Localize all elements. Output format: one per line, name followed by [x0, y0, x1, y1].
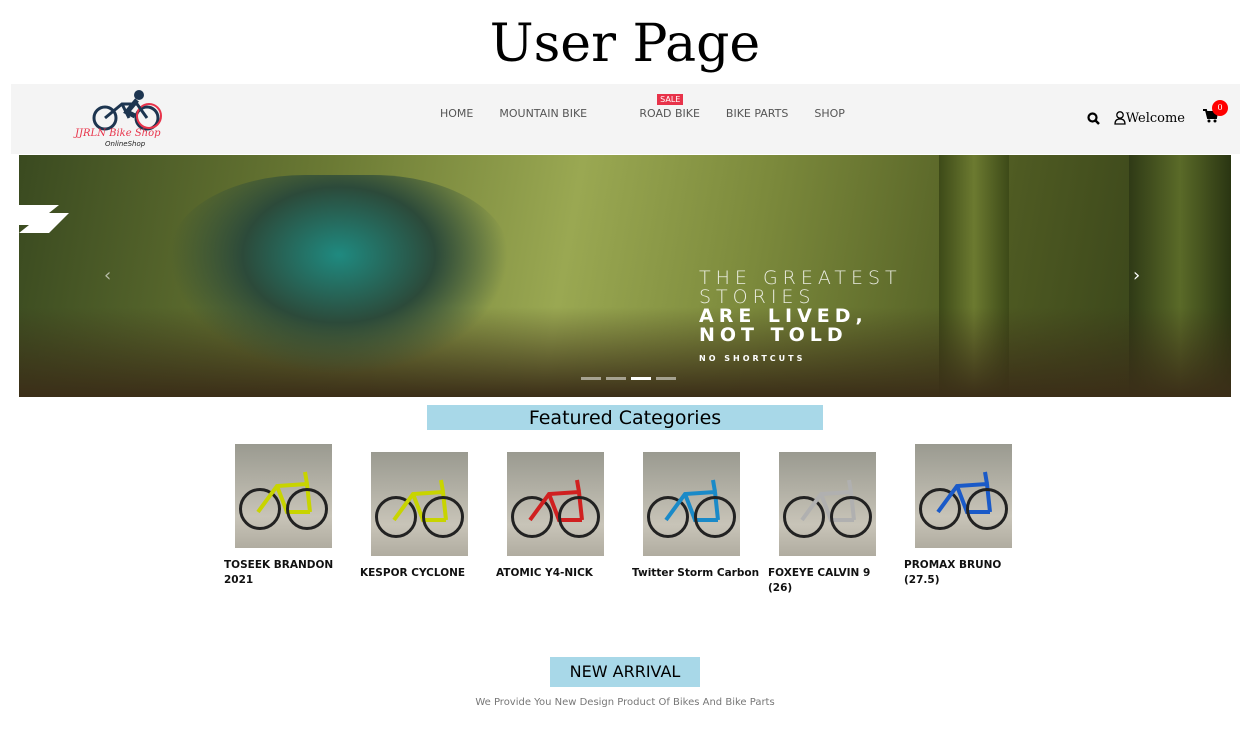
- product-name[interactable]: ATOMIC Y4-NICK: [496, 566, 626, 581]
- next-slide-arrow[interactable]: ›: [1133, 265, 1140, 286]
- logo-text: JJRLN Bike Shop: [75, 128, 161, 139]
- carousel-dot[interactable]: [606, 377, 626, 380]
- nav-mountain-bike[interactable]: MOUNTAIN BIKE SALE: [499, 94, 684, 120]
- bike-frame: [392, 479, 448, 522]
- cart-count-badge: 0: [1212, 100, 1228, 116]
- search-icon[interactable]: [1087, 111, 1100, 125]
- nav-home[interactable]: HOME: [440, 107, 473, 120]
- brand-logo-icon: [19, 205, 69, 233]
- logo[interactable]: JJRLN Bike Shop OnlineShop: [75, 90, 190, 148]
- nav-mountain-bike-label: MOUNTAIN BIKE: [499, 107, 588, 120]
- hero-carousel[interactable]: THE GREATEST STORIES ARE LIVED, NOT TOLD…: [19, 155, 1231, 397]
- product-card[interactable]: Twitter Storm Carbon: [632, 452, 762, 581]
- bike-logo-icon: [92, 90, 162, 131]
- product-name[interactable]: KESPOR CYCLONE: [360, 566, 490, 581]
- product-name[interactable]: Twitter Storm Carbon: [632, 566, 762, 581]
- product-card[interactable]: TOSEEK BRANDON 2021: [224, 444, 354, 588]
- product-card[interactable]: ATOMIC Y4-NICK: [496, 452, 626, 581]
- nav-road-bike[interactable]: ROAD BIKE: [639, 107, 700, 120]
- slogan-line: STORIES: [699, 286, 816, 308]
- featured-categories-heading: Featured Categories: [427, 405, 823, 430]
- navbar: JJRLN Bike Shop OnlineShop HOME MOUNTAIN…: [11, 84, 1240, 154]
- product-image[interactable]: [643, 452, 740, 556]
- user-icon: [1114, 111, 1126, 125]
- product-name[interactable]: PROMAX BRUNO (27.5): [904, 558, 1034, 588]
- bike-frame: [256, 471, 312, 514]
- slogan-line: NOT TOLD: [699, 324, 848, 346]
- nav-shop[interactable]: SHOP: [814, 107, 845, 120]
- sale-badge: SALE: [657, 94, 684, 105]
- product-image[interactable]: [915, 444, 1012, 548]
- welcome-label: Welcome: [1125, 110, 1185, 126]
- prev-slide-arrow[interactable]: ‹: [104, 265, 111, 286]
- nav-bike-parts[interactable]: BIKE PARTS: [726, 107, 788, 120]
- bike-frame: [528, 479, 584, 522]
- bike-frame: [936, 471, 992, 514]
- cart-button[interactable]: 0: [1203, 100, 1228, 127]
- product-card[interactable]: KESPOR CYCLONE: [360, 452, 490, 581]
- product-card[interactable]: FOXEYE CALVIN 9 (26): [768, 452, 898, 596]
- rider-image: [169, 175, 509, 375]
- product-image[interactable]: [371, 452, 468, 556]
- banner-slogan: THE GREATEST STORIES ARE LIVED, NOT TOLD…: [699, 269, 902, 368]
- product-card[interactable]: PROMAX BRUNO (27.5): [904, 444, 1034, 588]
- page-title: User Page: [489, 14, 761, 74]
- new-arrival-heading: NEW ARRIVAL: [550, 657, 700, 687]
- carousel-dot[interactable]: [631, 377, 651, 380]
- new-arrival-subtitle: We Provide You New Design Product Of Bik…: [475, 697, 775, 708]
- carousel-dot[interactable]: [581, 377, 601, 380]
- slogan-tag: NO SHORTCUTS: [699, 354, 806, 363]
- product-name[interactable]: FOXEYE CALVIN 9 (26): [768, 566, 898, 596]
- welcome-link[interactable]: Welcome: [1114, 111, 1185, 126]
- product-image[interactable]: [507, 452, 604, 556]
- product-image[interactable]: [779, 452, 876, 556]
- carousel-dot[interactable]: [656, 377, 676, 380]
- logo-tagline: OnlineShop: [105, 140, 146, 148]
- bike-frame: [664, 479, 720, 522]
- carousel-indicators: [581, 377, 676, 380]
- nav-actions: Welcome 0: [1087, 100, 1228, 127]
- main-menu: HOME MOUNTAIN BIKE SALE ROAD BIKE BIKE PA…: [440, 94, 845, 120]
- bike-frame: [800, 479, 856, 522]
- product-image[interactable]: [235, 444, 332, 548]
- product-name[interactable]: TOSEEK BRANDON 2021: [224, 558, 354, 588]
